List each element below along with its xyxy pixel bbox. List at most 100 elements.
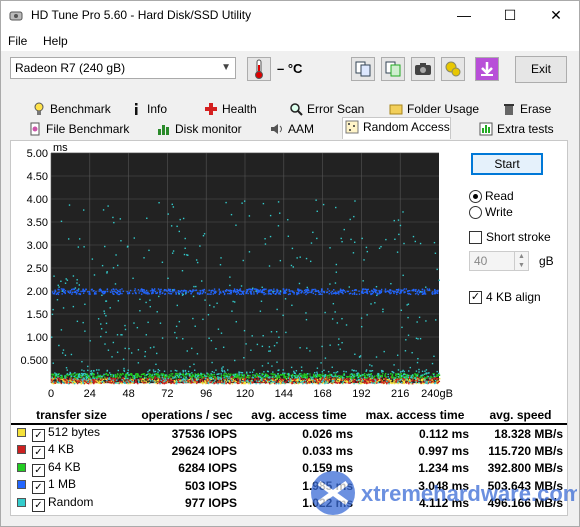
data-point bbox=[419, 291, 422, 293]
short-stroke-checkbox[interactable]: Short stroke bbox=[469, 230, 569, 246]
data-point bbox=[336, 382, 338, 384]
data-point bbox=[231, 382, 234, 385]
data-point bbox=[341, 382, 344, 385]
data-point bbox=[220, 292, 222, 294]
data-point bbox=[127, 382, 130, 384]
data-point bbox=[114, 380, 116, 382]
drive-select[interactable]: Radeon R7 (240 gB) ▼ bbox=[10, 57, 236, 79]
copy-info-icon[interactable] bbox=[381, 57, 405, 81]
close-button[interactable]: ✕ bbox=[533, 1, 579, 31]
data-point bbox=[106, 376, 108, 379]
data-point bbox=[434, 382, 437, 384]
data-point bbox=[255, 290, 257, 292]
row-checkbox[interactable]: ✓ bbox=[32, 446, 45, 460]
tab-file-benchmark[interactable]: File Benchmark bbox=[25, 119, 130, 139]
data-point bbox=[321, 378, 323, 380]
data-point bbox=[61, 293, 63, 295]
camera-icon[interactable] bbox=[411, 57, 435, 81]
data-point bbox=[397, 373, 400, 376]
data-point bbox=[278, 382, 280, 385]
short-stroke-size-input[interactable]: 40 ▲ ▼ bbox=[469, 251, 529, 271]
maximize-button[interactable]: ☐ bbox=[487, 1, 533, 31]
start-button[interactable]: Start bbox=[471, 153, 543, 175]
data-point bbox=[368, 290, 371, 293]
data-point bbox=[260, 291, 262, 293]
data-point bbox=[116, 379, 118, 381]
data-point bbox=[335, 292, 338, 294]
data-point bbox=[389, 289, 391, 292]
row-checkbox[interactable]: ✓ bbox=[32, 481, 45, 495]
data-point bbox=[51, 336, 53, 338]
row-checkbox[interactable]: ✓ bbox=[32, 498, 45, 512]
tab-erase[interactable]: Erase bbox=[499, 99, 552, 119]
exit-button[interactable]: Exit bbox=[515, 56, 567, 83]
row-checkbox[interactable]: ✓ bbox=[32, 429, 45, 442]
data-point bbox=[127, 292, 129, 295]
tab-random-access[interactable]: Random Access bbox=[342, 117, 451, 139]
data-point bbox=[336, 375, 338, 378]
data-point bbox=[200, 375, 203, 377]
data-point bbox=[183, 375, 185, 378]
data-point bbox=[386, 290, 389, 292]
data-point bbox=[175, 293, 177, 295]
data-point bbox=[129, 379, 132, 382]
data-point bbox=[192, 289, 194, 291]
data-point bbox=[365, 370, 367, 372]
data-point bbox=[381, 371, 383, 373]
data-point bbox=[331, 366, 333, 368]
row-label-cell[interactable]: ✓ 4 KB bbox=[11, 442, 133, 460]
tab-extra-tests[interactable]: Extra tests bbox=[476, 119, 555, 139]
tab-health[interactable]: Health bbox=[201, 99, 258, 119]
row-label-cell[interactable]: ✓ Random bbox=[11, 495, 133, 513]
data-point bbox=[268, 291, 270, 293]
row-label-cell[interactable]: ✓ 64 KB bbox=[11, 460, 133, 478]
data-point bbox=[360, 317, 363, 319]
data-point bbox=[424, 378, 426, 380]
data-point bbox=[362, 280, 364, 282]
tab-disk-monitor[interactable]: Disk monitor bbox=[154, 119, 243, 139]
read-radio[interactable]: Read bbox=[469, 189, 569, 205]
data-point bbox=[287, 235, 290, 237]
data-point bbox=[299, 256, 301, 258]
x-tick-label: 144 bbox=[275, 388, 293, 400]
options-icon[interactable] bbox=[441, 57, 465, 81]
data-point bbox=[235, 376, 237, 379]
data-point bbox=[438, 380, 441, 383]
x-tick-label: 216 bbox=[391, 388, 409, 400]
data-point bbox=[247, 374, 249, 377]
data-point bbox=[184, 237, 186, 240]
tab-folder-usage[interactable]: Folder Usage bbox=[386, 99, 480, 119]
data-point bbox=[205, 377, 207, 380]
data-point bbox=[159, 322, 162, 324]
data-point bbox=[156, 311, 158, 313]
data-point bbox=[161, 382, 164, 384]
data-point bbox=[57, 292, 59, 294]
save-download-icon[interactable] bbox=[475, 57, 499, 81]
data-point bbox=[304, 291, 307, 293]
row-label-cell[interactable]: ✓ 1 MB bbox=[11, 477, 133, 495]
data-point bbox=[267, 375, 270, 377]
data-point bbox=[397, 369, 400, 371]
data-point bbox=[394, 377, 396, 379]
align-4kb-checkbox[interactable]: ✓ 4 KB align bbox=[469, 290, 569, 306]
row-checkbox[interactable]: ✓ bbox=[32, 463, 45, 477]
tab-aam[interactable]: AAM bbox=[267, 119, 315, 139]
write-radio[interactable]: Write bbox=[469, 205, 569, 221]
data-point bbox=[156, 291, 159, 294]
data-point bbox=[223, 370, 225, 372]
data-point bbox=[51, 373, 53, 375]
data-point bbox=[388, 377, 391, 380]
data-point bbox=[378, 291, 381, 293]
copy-text-icon[interactable] bbox=[351, 57, 375, 81]
menu-help[interactable]: Help bbox=[43, 34, 68, 48]
minimize-button[interactable]: — bbox=[441, 1, 487, 31]
tab-error-scan[interactable]: Error Scan bbox=[286, 99, 365, 119]
menu-file[interactable]: File bbox=[8, 34, 27, 48]
tab-info[interactable]: Info bbox=[126, 99, 168, 119]
tab-benchmark[interactable]: Benchmark bbox=[29, 99, 112, 119]
row-label-cell[interactable]: ✓ 512 bytes bbox=[11, 424, 133, 442]
tab-label: Random Access bbox=[363, 120, 450, 134]
data-point bbox=[213, 376, 216, 378]
spinner-arrows-icon[interactable]: ▲ ▼ bbox=[514, 252, 528, 270]
data-point bbox=[148, 372, 150, 375]
